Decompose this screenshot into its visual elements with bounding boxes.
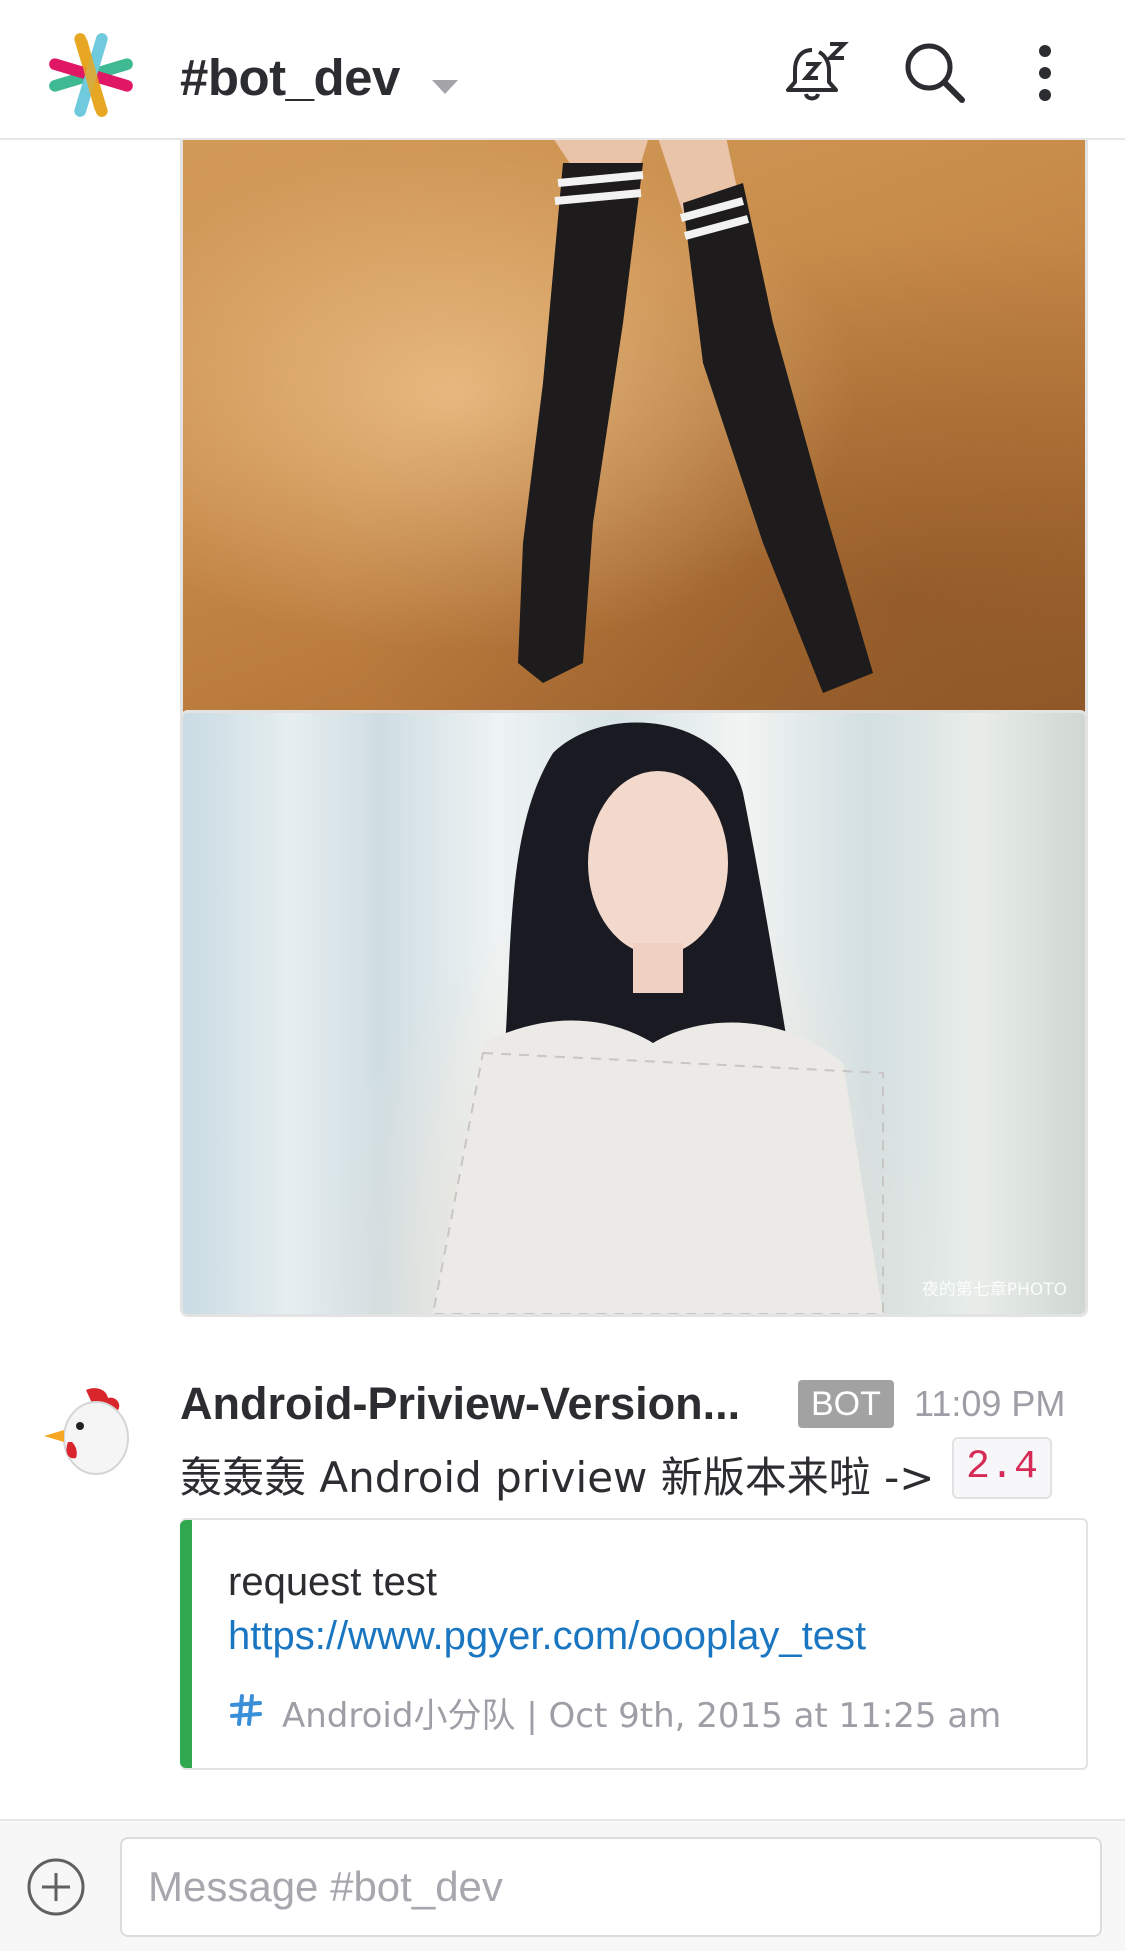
bot-badge: BOT [798, 1380, 894, 1428]
shared-image-1[interactable] [180, 140, 1088, 802]
chevron-down-icon[interactable] [430, 78, 460, 96]
slack-logo-icon[interactable] [46, 30, 136, 120]
message-input[interactable] [120, 1837, 1102, 1937]
shared-image-2[interactable]: 夜的第七章PHOTO [180, 710, 1088, 1317]
slack-channel-screen: #bot_dev 夜的第七章PHOTO Android-Priview-Vers… [0, 0, 1125, 1951]
attachment-title: request test [228, 1560, 438, 1604]
message-text: 轰轰轰 Android priview 新版本来啦 -> [180, 1453, 935, 1502]
message-attachment: request test https://www.pgyer.com/ooopl… [180, 1518, 1088, 1770]
message-sender[interactable]: Android-Priview-Version... [180, 1378, 770, 1430]
search-icon[interactable] [900, 38, 970, 108]
attachment-link[interactable]: https://www.pgyer.com/oooplay_test [228, 1614, 866, 1659]
portrait-illustration [431, 722, 884, 1314]
do-not-disturb-bell-icon[interactable] [782, 38, 852, 108]
attachment-accent-bar [180, 1520, 192, 1768]
message-feed[interactable]: 夜的第七章PHOTO Android-Priview-Version... BO… [0, 140, 1125, 1820]
message-timestamp: 11:09 PM [914, 1383, 1066, 1424]
version-code: 2.4 [952, 1437, 1053, 1499]
more-vertical-icon[interactable] [1010, 38, 1080, 108]
attachment-footer: Android小分队 | Oct 9th, 2015 at 11:25 am [282, 1696, 1002, 1736]
stockings-illustration [518, 140, 873, 693]
channel-title[interactable]: #bot_dev [180, 48, 400, 107]
image-watermark: 夜的第七章PHOTO [921, 1280, 1067, 1300]
slack-hash-icon [230, 1694, 262, 1726]
channel-header: #bot_dev [0, 0, 1125, 140]
add-attachment-icon[interactable] [24, 1855, 88, 1919]
chicken-avatar-icon[interactable] [36, 1380, 136, 1480]
message-composer [0, 1819, 1125, 1951]
